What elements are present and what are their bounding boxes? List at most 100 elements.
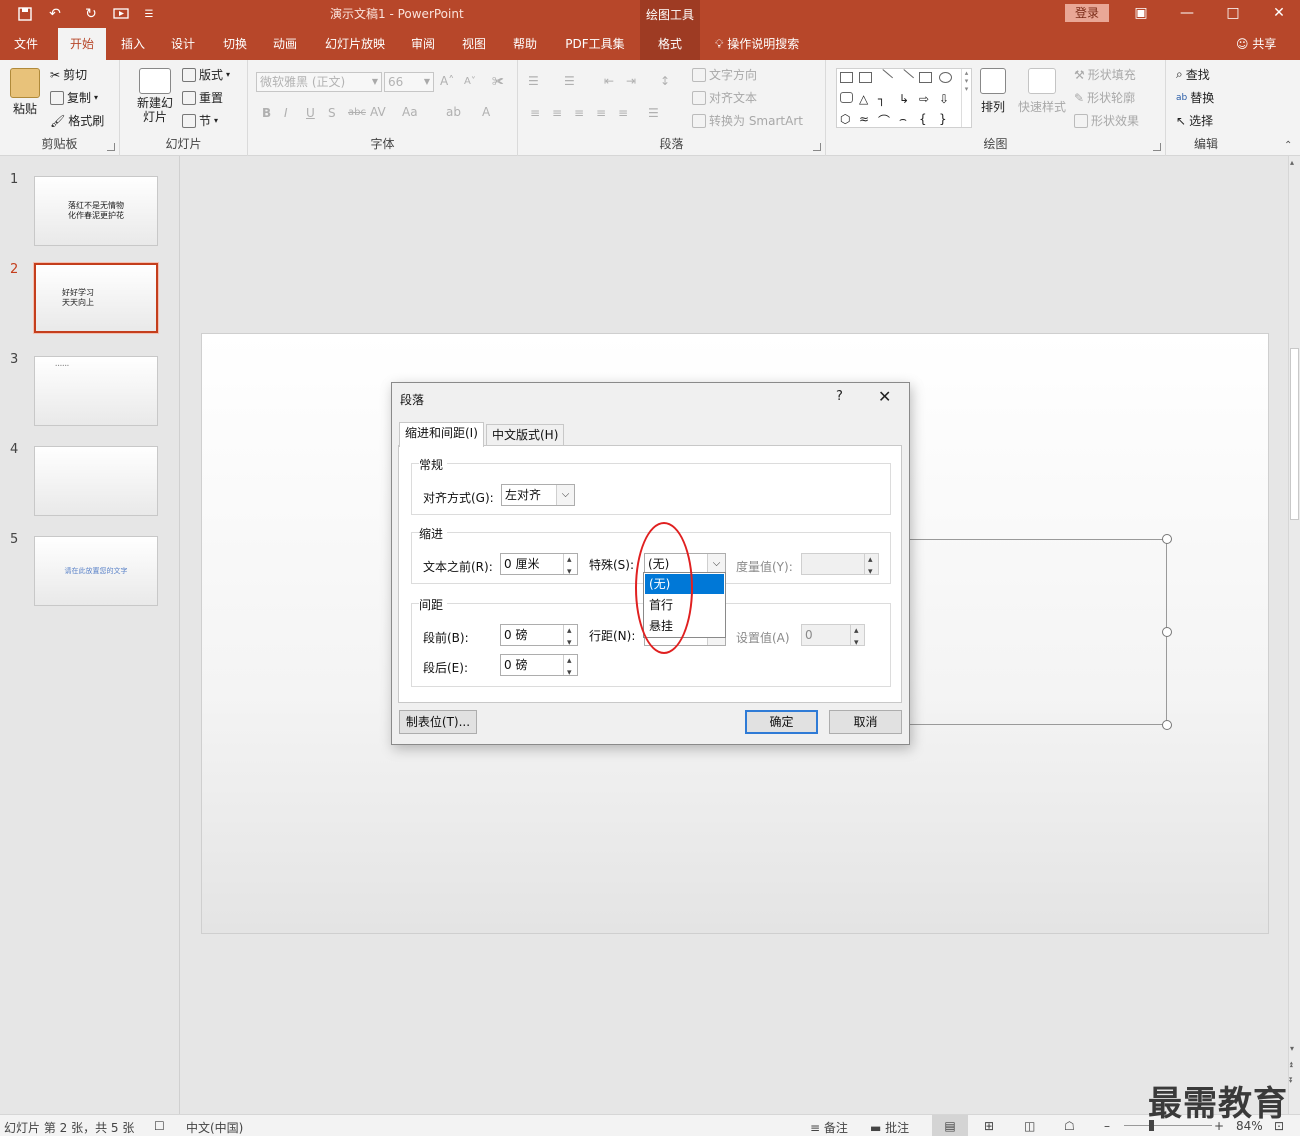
scroll-up-icon[interactable]: ▴ — [1290, 158, 1294, 167]
strikethrough-icon[interactable]: abc — [348, 107, 366, 118]
shape-outline-button[interactable]: ✎ 形状轮廓 — [1074, 89, 1135, 106]
tab-file[interactable]: 文件 — [6, 28, 46, 60]
character-spacing-icon[interactable]: AV — [370, 105, 386, 119]
new-slide-button[interactable]: 新建幻灯片 — [132, 68, 178, 124]
shape-effects-button[interactable]: 形状效果 — [1074, 112, 1139, 129]
close-window-button[interactable]: ✕ — [1256, 2, 1300, 24]
tab-help[interactable]: 帮助 — [504, 28, 546, 60]
next-slide-icon[interactable]: ⏬︎ — [1289, 1076, 1293, 1086]
tab-design[interactable]: 设计 — [162, 28, 204, 60]
spinner-arrows-icon[interactable] — [563, 550, 577, 582]
save-icon[interactable] — [14, 4, 36, 24]
gallery-scroll-icon[interactable]: ▴ ▾ ▾ — [961, 69, 971, 127]
slide-thumbnail-3[interactable]: •••••• — [34, 356, 158, 426]
alignment-select[interactable]: 左对齐 ⌵ — [501, 484, 575, 506]
tab-asian-typography[interactable]: 中文版式(H) — [486, 424, 565, 446]
spinner-arrows-icon[interactable] — [563, 651, 577, 683]
slide-thumbnail-4[interactable] — [34, 446, 158, 516]
paste-button[interactable]: 粘贴 — [10, 68, 40, 117]
arc-shape-icon[interactable]: ⌢ — [899, 112, 912, 126]
dialog-launcher-icon[interactable] — [107, 143, 115, 151]
login-button[interactable]: 登录 — [1065, 4, 1109, 22]
slide-thumbnail-5[interactable]: 请在此放置您的文字 — [34, 536, 158, 606]
vertical-textbox-shape-icon[interactable] — [859, 72, 872, 83]
elbow-arrow-shape-icon[interactable]: ↳ — [899, 92, 912, 106]
tab-view[interactable]: 视图 — [453, 28, 495, 60]
select-button[interactable]: ↖ 选择 — [1176, 112, 1213, 129]
quick-styles-button[interactable]: 快速样式 — [1018, 68, 1066, 115]
oval-shape-icon[interactable] — [939, 72, 952, 83]
arrange-button[interactable]: 排列 — [980, 68, 1006, 115]
down-arrow-shape-icon[interactable]: ⇩ — [939, 92, 952, 106]
change-case-icon[interactable]: Aa — [402, 105, 418, 119]
zoom-slider[interactable] — [1124, 1125, 1212, 1126]
distributed-icon[interactable]: ≡ — [618, 106, 628, 120]
dialog-launcher-icon[interactable] — [813, 143, 821, 151]
spinner-arrows-icon[interactable] — [850, 621, 864, 653]
decrease-indent-icon[interactable]: ⇤ — [604, 74, 614, 88]
previous-slide-icon[interactable]: ⏫︎ — [1289, 1060, 1293, 1070]
customize-quick-access-icon[interactable]: ☰ — [138, 4, 160, 24]
ok-button[interactable]: 确定 — [745, 710, 818, 734]
format-painter-button[interactable]: 🖌︎ 格式刷 — [50, 112, 104, 129]
line-shape-icon[interactable] — [875, 69, 894, 86]
section-button[interactable]: 节 ▾ — [182, 112, 218, 129]
right-arrow-shape-icon[interactable]: ⇨ — [919, 92, 932, 106]
decrease-font-size-icon[interactable]: A˅ — [464, 76, 476, 87]
at-spinner[interactable]: 0 — [801, 621, 865, 653]
tab-review[interactable]: 审阅 — [402, 28, 444, 60]
text-direction-button[interactable]: 文字方向 — [692, 66, 757, 83]
increase-font-size-icon[interactable]: A˄ — [440, 74, 454, 88]
font-size-combo[interactable]: 66 ▼ — [384, 72, 434, 92]
line-spacing-icon[interactable]: ↕ — [660, 74, 670, 88]
tab-transitions[interactable]: 切换 — [214, 28, 256, 60]
freeform-shape-icon[interactable]: ≈ — [859, 112, 872, 126]
spelling-check-icon[interactable]: ☐ — [154, 1119, 165, 1133]
tab-format[interactable]: 格式 — [640, 28, 700, 60]
textbox-shape-icon[interactable] — [840, 72, 853, 83]
scrollbar-thumb[interactable] — [1290, 348, 1299, 520]
spacing-after-spinner[interactable]: 0 磅 — [500, 651, 578, 683]
scroll-down-icon[interactable]: ▾ — [1290, 1044, 1294, 1053]
columns-icon[interactable]: ☰ — [648, 106, 659, 120]
resize-handle[interactable] — [1162, 720, 1172, 730]
notes-button[interactable]: ≡ 备注 — [810, 1119, 848, 1136]
clear-formatting-icon[interactable]: ✀ — [492, 74, 504, 89]
font-name-combo[interactable]: 微软雅黑 (正文) ▼ — [256, 72, 382, 92]
rectangle-shape-icon[interactable] — [919, 72, 932, 83]
triangle-shape-icon[interactable]: △ — [859, 92, 872, 106]
help-button[interactable]: ? — [836, 389, 843, 404]
tell-me-search[interactable]: 💡︎ 操作说明搜索 — [715, 28, 799, 60]
bullets-icon[interactable]: ☰ — [528, 74, 539, 88]
layout-button[interactable]: 版式 ▾ — [182, 66, 230, 83]
align-left-icon[interactable]: ≡ — [530, 106, 540, 120]
highlight-icon[interactable]: ab — [446, 105, 461, 119]
justify-icon[interactable]: ≡ — [596, 106, 606, 120]
maximize-button[interactable]: □ — [1210, 2, 1256, 24]
slideshow-view-icon[interactable]: ☖ — [1064, 1119, 1075, 1133]
tab-indents-and-spacing[interactable]: 缩进和间距(I) — [399, 422, 484, 447]
numbering-icon[interactable]: ☰ — [564, 74, 575, 88]
align-center-icon[interactable]: ≡ — [552, 106, 562, 120]
spinner-arrows-icon[interactable] — [864, 550, 878, 582]
start-from-beginning-icon[interactable] — [110, 4, 132, 24]
tabs-button[interactable]: 制表位(T)... — [399, 710, 477, 734]
font-color-icon[interactable]: A — [482, 105, 490, 119]
slide-sorter-view-icon[interactable]: ⊞ — [984, 1119, 994, 1133]
tab-insert[interactable]: 插入 — [112, 28, 154, 60]
reading-view-icon[interactable]: ◫ — [1024, 1119, 1035, 1133]
tab-slideshow[interactable]: 幻灯片放映 — [318, 28, 392, 60]
dialog-launcher-icon[interactable] — [1153, 143, 1161, 151]
cut-button[interactable]: ✂ 剪切 — [50, 66, 87, 83]
underline-icon[interactable]: U — [306, 106, 315, 120]
spinner-arrows-icon[interactable] — [563, 621, 577, 653]
find-button[interactable]: ⌕ 查找 — [1176, 66, 1210, 83]
right-brace-shape-icon[interactable]: } — [939, 112, 952, 126]
share-button[interactable]: ☺ 共享 — [1236, 28, 1276, 60]
callout-shape-icon[interactable]: ⬡ — [840, 112, 853, 126]
italic-icon[interactable]: I — [284, 106, 288, 120]
close-dialog-button[interactable]: ✕ — [878, 387, 891, 406]
zoom-out-icon[interactable]: – — [1104, 1119, 1110, 1133]
copy-button[interactable]: 复制 ▾ — [50, 89, 98, 106]
language-status[interactable]: 中文(中国) — [186, 1119, 243, 1136]
